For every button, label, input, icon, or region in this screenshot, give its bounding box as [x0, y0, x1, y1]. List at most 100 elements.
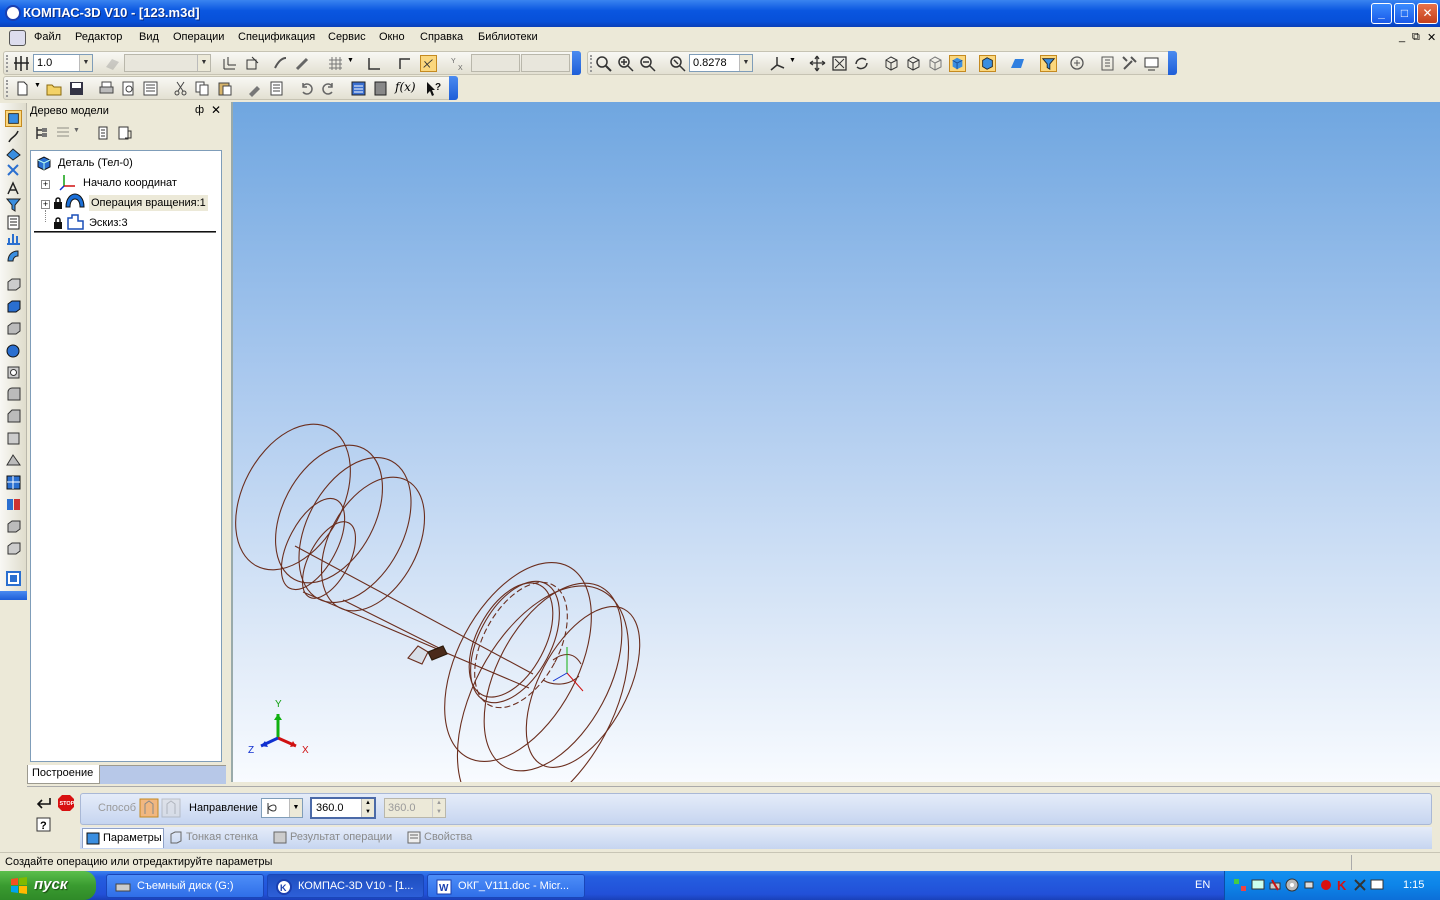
revolve-icon[interactable] [5, 298, 22, 315]
mdi-restore-button[interactable]: ⧉ [1412, 31, 1420, 44]
perspective-icon[interactable] [1009, 55, 1026, 72]
hidden-lines-icon[interactable] [905, 55, 922, 72]
antivirus-tray-icon[interactable] [1319, 878, 1333, 892]
toolbar-options-button[interactable] [572, 51, 581, 75]
fillet-icon[interactable] [5, 386, 22, 403]
direction-select[interactable]: ▼ [261, 798, 303, 818]
tree-expand-origin[interactable]: + [41, 180, 50, 189]
shell-icon[interactable] [5, 430, 22, 447]
eraser-icon[interactable] [293, 55, 310, 72]
tree-relations-icon[interactable] [117, 125, 133, 141]
help-icon[interactable]: ? [36, 817, 52, 833]
tree-node-origin[interactable]: Начало координат [83, 177, 177, 189]
menu-window[interactable]: Окно [379, 31, 405, 43]
snapping-active-icon[interactable] [420, 55, 437, 72]
thin-hidden-lines-icon[interactable] [927, 55, 944, 72]
monitor-tray-icon[interactable] [1251, 878, 1265, 892]
wireframe-icon[interactable] [883, 55, 900, 72]
grid-icon[interactable] [327, 55, 344, 72]
document-icon[interactable] [9, 30, 26, 46]
tools-icon[interactable] [1121, 55, 1138, 72]
network-tray-icon[interactable] [1233, 878, 1247, 892]
chevron-down-icon[interactable]: ▼ [739, 55, 752, 71]
local-cs-icon[interactable] [221, 55, 238, 72]
orthogonal-mode-icon[interactable] [397, 55, 414, 72]
open-folder-icon[interactable] [46, 80, 63, 97]
step-icon[interactable] [13, 55, 30, 72]
menu-operations[interactable]: Операции [173, 31, 224, 43]
start-button[interactable]: пуск [0, 871, 96, 900]
toolbar-grip[interactable] [6, 80, 9, 97]
3d-viewport[interactable]: Y X Z [231, 102, 1440, 782]
kaspersky-tray-icon[interactable]: K [1336, 878, 1350, 892]
tree-close-button[interactable]: ✕ [211, 103, 221, 117]
chevron-down-icon[interactable]: ▼ [79, 55, 92, 71]
split-icon[interactable] [5, 518, 22, 535]
close-button[interactable]: ✕ [1417, 3, 1438, 24]
orientation-icon[interactable] [769, 55, 786, 72]
kompas-app-icon[interactable] [5, 5, 21, 21]
properties-list-icon[interactable] [268, 80, 285, 97]
zoom-out-icon[interactable] [639, 55, 656, 72]
coordinates-icon[interactable]: YX [450, 55, 467, 72]
tree-structure-icon[interactable] [33, 125, 49, 141]
tab-construction[interactable]: Построение [27, 765, 100, 784]
menu-view[interactable]: Вид [139, 31, 159, 43]
task-word-document[interactable]: W ОКГ_V111.doc - Micr... [427, 874, 585, 898]
snap-icon[interactable] [272, 55, 289, 72]
surfaces-icon[interactable] [5, 146, 22, 163]
model-filter-icon[interactable] [1040, 55, 1057, 72]
menu-libraries[interactable]: Библиотеки [478, 31, 538, 43]
tree-expand-revolve[interactable]: + [41, 200, 50, 209]
zoom-scale-icon[interactable] [669, 55, 686, 72]
chevron-down-icon[interactable]: ▼ [347, 57, 354, 64]
halftone-icon[interactable] [949, 55, 966, 72]
panel-options-button[interactable] [0, 591, 27, 600]
tab-thin-wall[interactable]: Тонкая стенка [166, 828, 266, 848]
chevron-down-icon[interactable]: ▼ [73, 127, 80, 134]
edit-placement-icon[interactable] [244, 55, 261, 72]
method-spheroid-icon[interactable] [161, 798, 181, 818]
format-paint-icon[interactable] [246, 80, 263, 97]
variables-fx-icon[interactable]: f(x) [395, 80, 416, 97]
toolbar-options-button[interactable] [449, 76, 458, 100]
monitor-icon[interactable] [1143, 55, 1160, 72]
menu-editor[interactable]: Редактор [75, 31, 122, 43]
stop-icon[interactable]: STOP [57, 794, 75, 812]
tab-parameters[interactable]: Параметры [82, 828, 164, 848]
cut-icon[interactable] [172, 80, 189, 97]
tab-properties[interactable]: Свойства [404, 828, 476, 848]
mdi-close-button[interactable]: ✕ [1427, 31, 1436, 44]
safe-remove-tray-icon[interactable] [1268, 878, 1282, 892]
task-removable-disk[interactable]: Съемный диск (G:) [106, 874, 264, 898]
arrays-icon[interactable] [5, 162, 22, 179]
angle1-spinner[interactable]: ▲ ▼ [361, 799, 374, 817]
loft-icon[interactable] [5, 342, 22, 359]
cd-tray-icon[interactable] [1285, 878, 1299, 892]
toolbar-grip[interactable] [590, 55, 593, 72]
specification-icon[interactable] [5, 214, 22, 231]
halftone-outline-icon[interactable] [979, 55, 996, 72]
preview-icon[interactable] [142, 80, 159, 97]
mirror-icon[interactable] [5, 496, 22, 513]
display-tray-icon[interactable] [1370, 878, 1384, 892]
kinematic-icon[interactable] [5, 320, 22, 337]
model-tree-list[interactable]: Деталь (Тел-0) + Начало координат + Опер… [30, 150, 222, 762]
toolbar-options-button[interactable] [1168, 51, 1177, 75]
pin-icon[interactable]: ф [195, 104, 204, 116]
tree-node-sketch[interactable]: Эскиз:3 [89, 217, 128, 229]
dimensions-icon[interactable] [5, 196, 22, 213]
measure-icon[interactable] [1099, 55, 1116, 72]
tree-view-mode-icon[interactable] [55, 125, 71, 141]
ortho-icon[interactable] [366, 55, 383, 72]
extrude-icon[interactable] [5, 276, 22, 293]
mdi-minimize-button[interactable]: _ [1399, 31, 1405, 43]
copy-icon[interactable] [194, 80, 211, 97]
print-icon[interactable] [98, 80, 115, 97]
pan-icon[interactable] [809, 55, 826, 72]
elements-design-icon[interactable] [5, 248, 22, 265]
maximize-button[interactable]: □ [1394, 3, 1415, 24]
menu-specification[interactable]: Спецификация [238, 31, 315, 43]
reports-icon[interactable] [5, 230, 22, 247]
toolbar-grip[interactable] [6, 55, 9, 72]
